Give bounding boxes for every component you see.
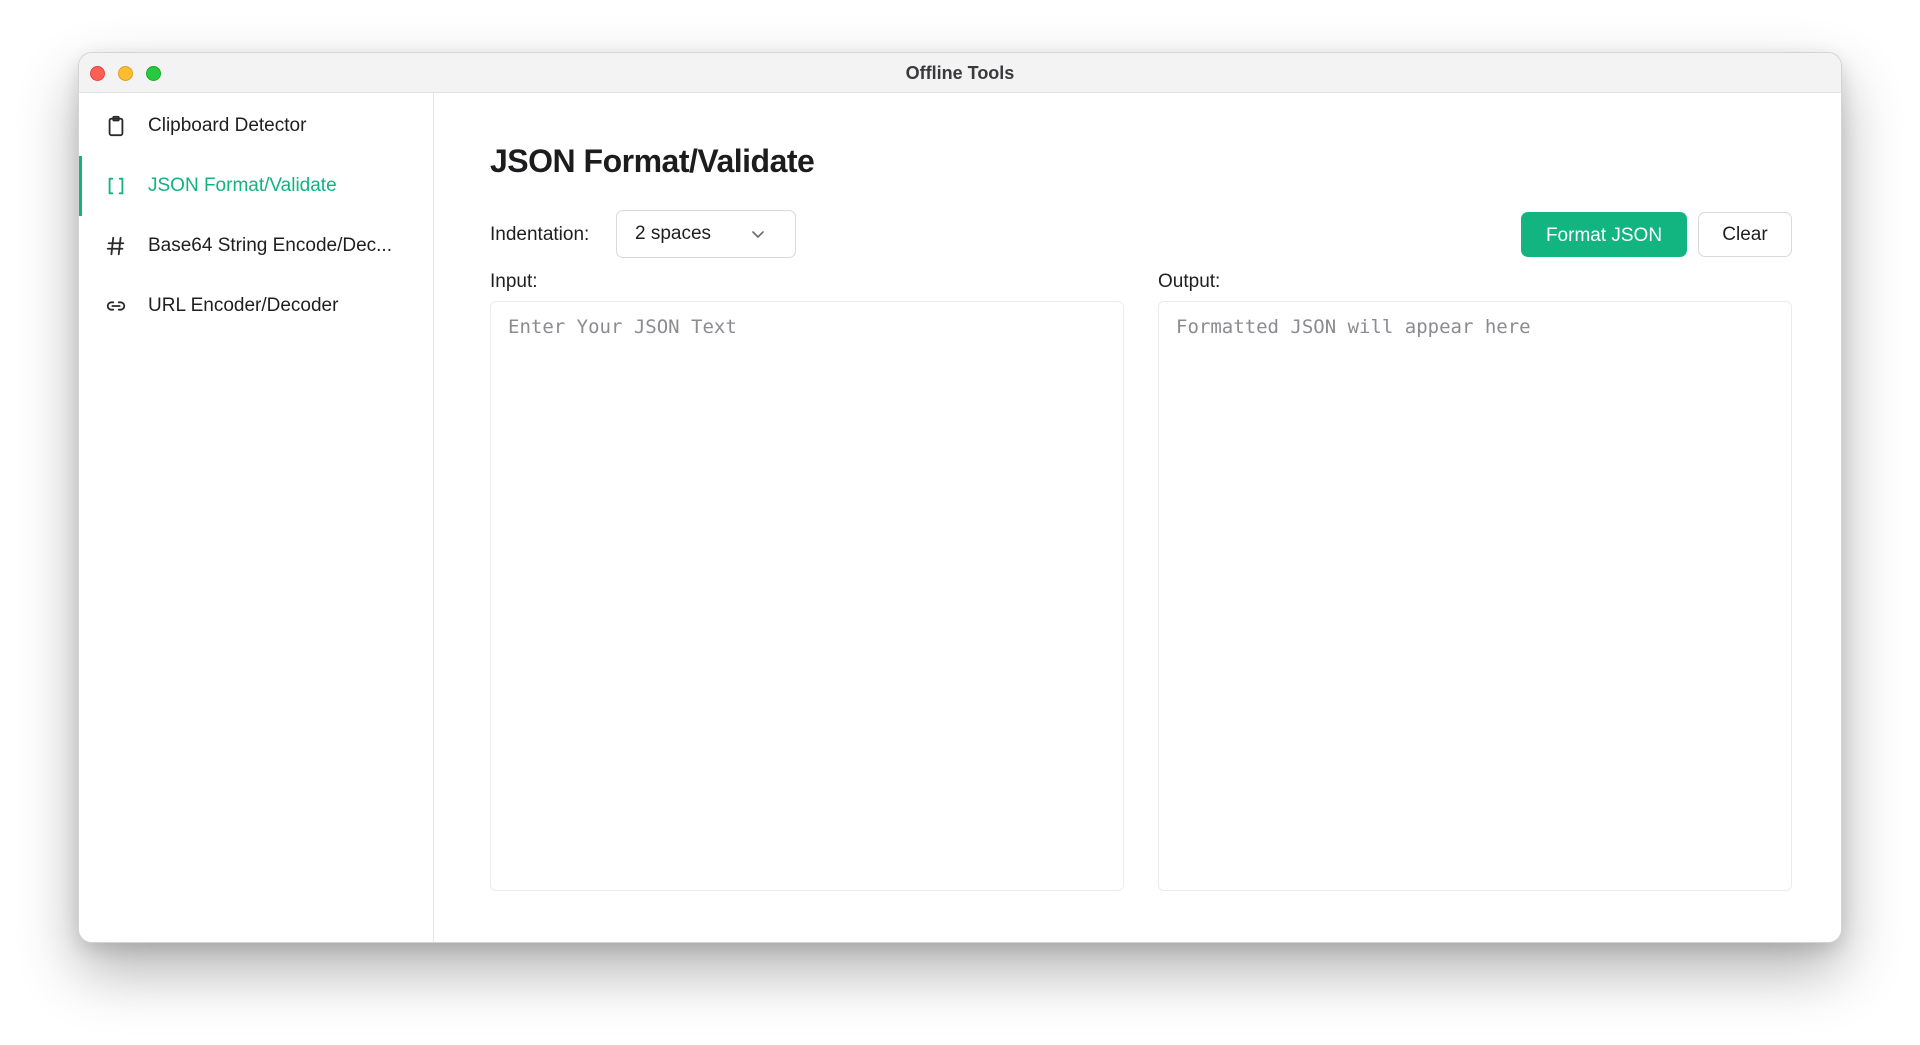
link-icon	[105, 295, 127, 317]
clipboard-icon	[105, 115, 127, 137]
clear-button[interactable]: Clear	[1698, 212, 1792, 257]
hash-icon	[105, 235, 127, 257]
sidebar-item-label: Base64 String Encode/Dec...	[148, 235, 392, 256]
brackets-icon	[105, 175, 127, 197]
sidebar-item-base64-encode-decode[interactable]: Base64 String Encode/Dec...	[79, 216, 433, 276]
json-input-textarea[interactable]	[490, 301, 1124, 891]
sidebar-item-label: Clipboard Detector	[148, 115, 307, 136]
sidebar-item-label: URL Encoder/Decoder	[148, 295, 339, 316]
title-bar[interactable]: Offline Tools	[79, 53, 1841, 93]
indentation-select[interactable]: 2 spaces	[616, 210, 796, 258]
window-title: Offline Tools	[905, 63, 1015, 83]
json-output-textarea[interactable]	[1158, 301, 1792, 891]
output-label: Output:	[1158, 271, 1221, 292]
sidebar-item-json-format-validate[interactable]: JSON Format/Validate	[79, 156, 433, 216]
sidebar-item-url-encoder-decoder[interactable]: URL Encoder/Decoder	[79, 276, 433, 336]
sidebar: Clipboard Detector JSON Format/Validate	[79, 93, 434, 942]
sidebar-item-label: JSON Format/Validate	[148, 175, 337, 196]
input-label: Input:	[490, 271, 538, 292]
chevron-down-icon	[751, 227, 765, 241]
indentation-label: Indentation:	[490, 224, 590, 245]
app-window: Offline Tools Clipboard Detector JSON Fo…	[78, 52, 1842, 943]
format-json-button[interactable]: Format JSON	[1521, 212, 1687, 257]
page-title: JSON Format/Validate	[490, 143, 815, 179]
indentation-selected-value: 2 spaces	[635, 223, 712, 244]
main-content: JSON Format/Validate Indentation: 2 spac…	[434, 93, 1841, 942]
sidebar-item-clipboard-detector[interactable]: Clipboard Detector	[79, 96, 433, 156]
